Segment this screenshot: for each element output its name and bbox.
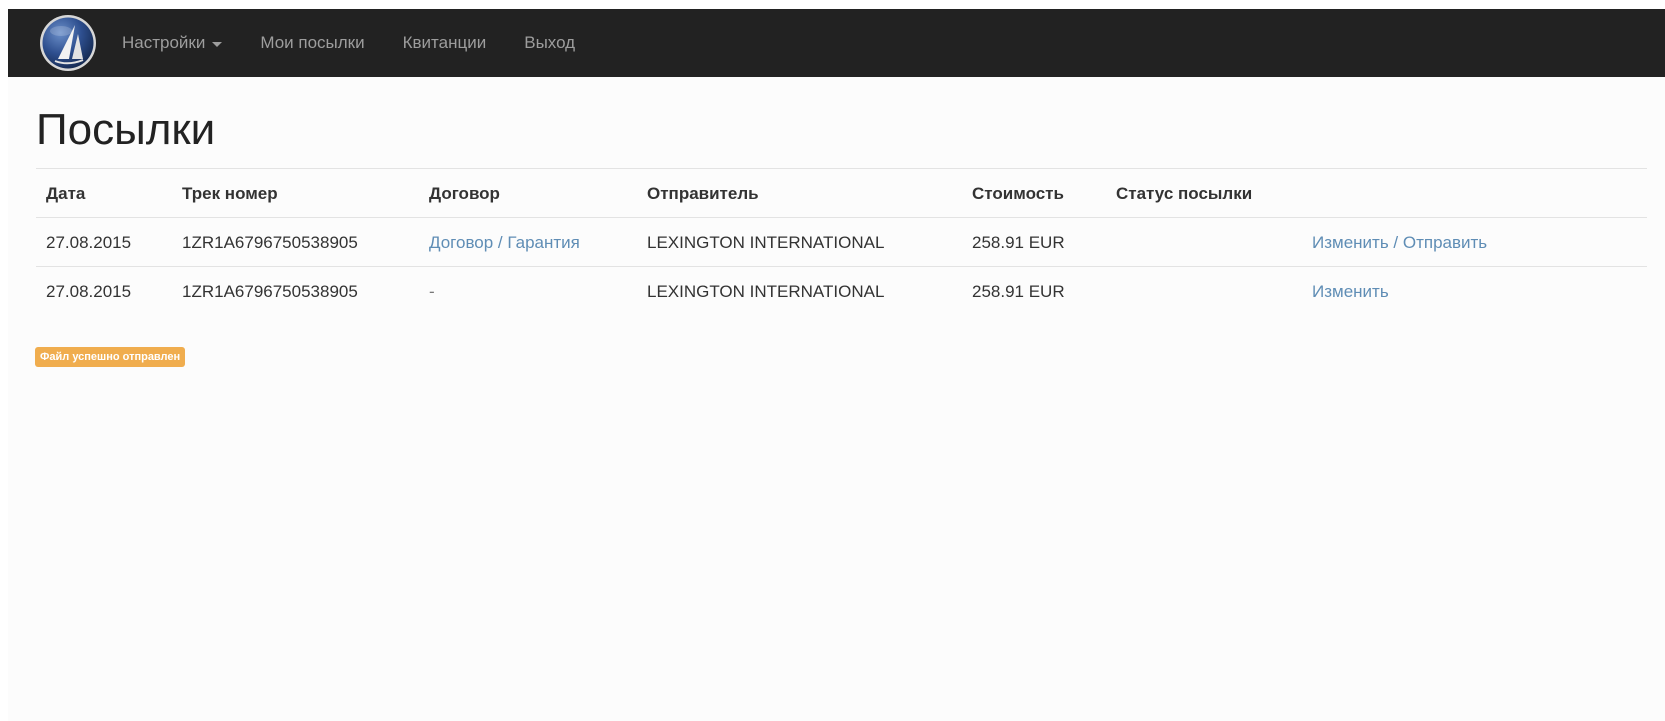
row-divider [36,266,1647,267]
nav-item-label: Настройки [122,33,206,52]
nav-menu: Настройки Мои посылки Квитанции Выход [110,9,594,77]
cell-cost: 258.91 EUR [972,233,1065,252]
nav-item-label: Выход [524,33,576,52]
send-link[interactable]: Отправить [1403,233,1487,252]
guarantee-link[interactable]: Гарантия [507,233,580,252]
cell-track-number: 1ZR1A6796750538905 [182,282,358,301]
column-header-cost: Стоимость [972,184,1064,203]
cell-actions: Изменить / Отправить [1312,232,1487,254]
nav-item-label: Мои посылки [260,33,365,52]
row-divider [36,217,1647,218]
page-title: Посылки [36,105,216,154]
nav-item-logout[interactable]: Выход [505,9,594,77]
caret-down-icon [212,41,223,47]
app-frame: Настройки Мои посылки Квитанции Выход По… [8,9,1665,721]
column-header-contract: Договор [429,184,500,203]
column-header-sender: Отправитель [647,184,759,203]
nav-item-settings[interactable]: Настройки [110,9,241,77]
cell-sender: LEXINGTON INTERNATIONAL [647,233,885,252]
column-header-status: Статус посылки [1116,184,1253,203]
cell-date: 27.08.2015 [46,233,132,252]
cell-date: 27.08.2015 [46,282,132,301]
sailboat-logo-icon[interactable] [39,14,97,72]
cell-contract: - [429,282,435,301]
cell-contract: Договор / Гарантия [429,232,580,254]
nav-item-receipts[interactable]: Квитанции [384,9,506,77]
cell-track-number: 1ZR1A6796750538905 [182,233,358,252]
edit-link[interactable]: Изменить [1312,233,1389,252]
cell-cost: 258.91 EUR [972,282,1065,301]
cell-sender: LEXINGTON INTERNATIONAL [647,282,885,301]
cell-actions: Изменить [1312,281,1389,303]
nav-item-label: Квитанции [402,33,487,52]
contract-link[interactable]: Договор [429,233,493,252]
link-separator: / [1388,233,1403,252]
column-header-track-number: Трек номер [182,184,278,203]
edit-link[interactable]: Изменить [1312,282,1389,301]
header-divider [36,168,1647,169]
link-separator: / [493,233,508,252]
top-navbar: Настройки Мои посылки Квитанции Выход [8,9,1665,77]
column-header-date: Дата [46,184,86,203]
nav-item-my-parcels[interactable]: Мои посылки [241,9,383,77]
success-notice-badge: Файл успешно отправлен [35,347,186,367]
